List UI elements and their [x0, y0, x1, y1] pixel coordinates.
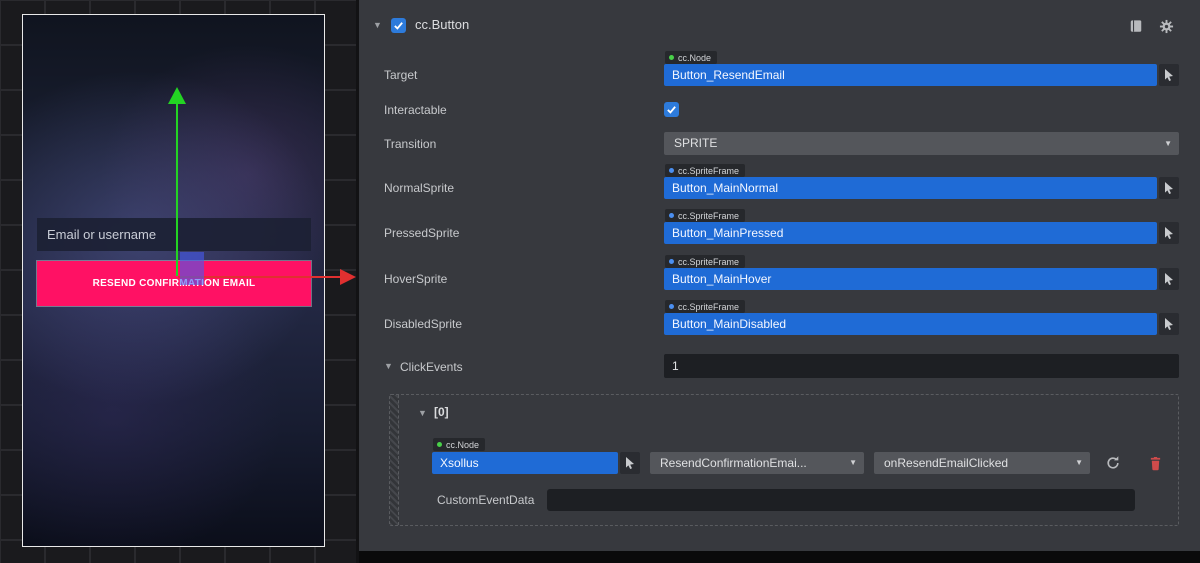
- inspector-bottom-strip: [359, 551, 1200, 563]
- event-component-dropdown[interactable]: ResendConfirmationEmai... ▼: [650, 452, 864, 474]
- spriteframe-type-dot-icon: [669, 168, 674, 173]
- spriteframe-type-label: cc.SpriteFrame: [678, 166, 739, 176]
- check-icon: [666, 104, 677, 115]
- hover-sprite-type-badge: cc.SpriteFrame: [665, 255, 745, 268]
- cursor-icon: [1165, 273, 1173, 285]
- pressed-sprite-type-badge: cc.SpriteFrame: [665, 209, 745, 222]
- collapse-component-icon[interactable]: ▼: [373, 21, 382, 30]
- node-picker-button[interactable]: [620, 452, 640, 474]
- spriteframe-type-label: cc.SpriteFrame: [678, 302, 739, 312]
- normal-sprite-label: NormalSprite: [384, 177, 454, 199]
- asset-picker-button[interactable]: [1159, 222, 1179, 244]
- component-header: ▼ cc.Button: [359, 0, 1200, 44]
- gizmo-x-axis-arrow-icon[interactable]: [340, 269, 356, 285]
- spriteframe-type-dot-icon: [669, 304, 674, 309]
- target-type-label: cc.Node: [678, 53, 711, 63]
- transition-label: Transition: [384, 133, 436, 155]
- gizmo-xy-plane-handle[interactable]: [180, 252, 204, 285]
- target-label: Target: [384, 64, 417, 86]
- resend-button-label: RESEND CONFIRMATION EMAIL: [93, 278, 256, 289]
- disabled-sprite-field[interactable]: Button_MainDisabled: [664, 313, 1157, 335]
- event-node-type-badge: cc.Node: [433, 438, 485, 451]
- scene-view: Email or username RESEND CONFIRMATION EM…: [0, 0, 356, 563]
- pressed-sprite-field[interactable]: Button_MainPressed: [664, 222, 1157, 244]
- click-event-0-box: ▼ [0] cc.Node Xsollus ResendConfirmation…: [389, 394, 1179, 526]
- normal-sprite-type-badge: cc.SpriteFrame: [665, 164, 745, 177]
- email-input-node[interactable]: Email or username: [37, 218, 311, 251]
- custom-event-data-input[interactable]: [547, 489, 1135, 511]
- asset-picker-button[interactable]: [1159, 268, 1179, 290]
- trash-icon[interactable]: [1144, 453, 1166, 473]
- gizmo-y-axis-line[interactable]: [176, 103, 178, 276]
- asset-picker-button[interactable]: [1159, 313, 1179, 335]
- pressed-sprite-ref-row: Button_MainPressed: [664, 222, 1179, 244]
- transition-value: SPRITE: [674, 136, 717, 150]
- hover-sprite-label: HoverSprite: [384, 268, 447, 290]
- target-node-field[interactable]: Button_ResendEmail: [664, 64, 1157, 86]
- inspector-panel: ▼ cc.Button Target cc.Node Button_Resend…: [359, 0, 1200, 563]
- target-ref-row: Button_ResendEmail: [664, 64, 1179, 86]
- cursor-icon: [1165, 318, 1173, 330]
- node-type-dot-icon: [669, 55, 674, 60]
- disabled-sprite-label: DisabledSprite: [384, 313, 462, 335]
- component-title: cc.Button: [415, 17, 469, 32]
- node-type-dot-icon: [437, 442, 442, 447]
- collapse-event-0-icon[interactable]: ▼: [418, 409, 427, 418]
- event-node-field[interactable]: Xsollus: [432, 452, 618, 474]
- transition-dropdown[interactable]: SPRITE ▼: [664, 132, 1179, 155]
- spriteframe-type-label: cc.SpriteFrame: [678, 211, 739, 221]
- clickevents-count-input[interactable]: [664, 354, 1179, 378]
- chevron-down-icon: ▼: [1164, 132, 1172, 155]
- event-component-value: ResendConfirmationEmai...: [660, 456, 807, 470]
- event-node-type-label: cc.Node: [446, 440, 479, 450]
- hover-sprite-field[interactable]: Button_MainHover: [664, 268, 1157, 290]
- target-type-badge: cc.Node: [665, 51, 717, 64]
- chevron-down-icon: ▼: [849, 452, 857, 474]
- event-handler-dropdown[interactable]: onResendEmailClicked ▼: [874, 452, 1090, 474]
- cursor-icon: [1165, 69, 1173, 81]
- event-handler-value: onResendEmailClicked: [884, 456, 1008, 470]
- refresh-icon[interactable]: [1102, 453, 1124, 473]
- spriteframe-type-dot-icon: [669, 213, 674, 218]
- disabled-sprite-type-badge: cc.SpriteFrame: [665, 300, 745, 313]
- custom-event-data-label: CustomEventData: [437, 489, 534, 511]
- component-enabled-checkbox[interactable]: [391, 18, 406, 33]
- spriteframe-type-dot-icon: [669, 259, 674, 264]
- normal-sprite-ref-row: Button_MainNormal: [664, 177, 1179, 199]
- event-box-hatch-strip: [390, 395, 399, 525]
- hover-sprite-ref-row: Button_MainHover: [664, 268, 1179, 290]
- event-0-index-label: [0]: [434, 405, 449, 419]
- interactable-label: Interactable: [384, 99, 447, 121]
- cursor-icon: [626, 457, 634, 469]
- disabled-sprite-ref-row: Button_MainDisabled: [664, 313, 1179, 335]
- clickevents-label: ClickEvents: [400, 355, 463, 379]
- check-icon: [393, 20, 404, 31]
- help-docs-icon[interactable]: [1125, 16, 1147, 36]
- pressed-sprite-label: PressedSprite: [384, 222, 459, 244]
- interactable-checkbox[interactable]: [664, 102, 679, 117]
- event-node-ref-row: Xsollus: [432, 452, 640, 474]
- spriteframe-type-label: cc.SpriteFrame: [678, 257, 739, 267]
- asset-picker-button[interactable]: [1159, 177, 1179, 199]
- cursor-icon: [1165, 182, 1173, 194]
- resend-email-button-node[interactable]: RESEND CONFIRMATION EMAIL: [37, 261, 311, 306]
- node-picker-button[interactable]: [1159, 64, 1179, 86]
- gizmo-y-axis-arrow-icon[interactable]: [168, 87, 186, 104]
- gear-icon[interactable]: [1155, 16, 1177, 36]
- email-placeholder-text: Email or username: [47, 227, 156, 242]
- chevron-down-icon: ▼: [1075, 452, 1083, 474]
- cursor-icon: [1165, 227, 1173, 239]
- collapse-clickevents-icon[interactable]: ▼: [384, 362, 393, 371]
- normal-sprite-field[interactable]: Button_MainNormal: [664, 177, 1157, 199]
